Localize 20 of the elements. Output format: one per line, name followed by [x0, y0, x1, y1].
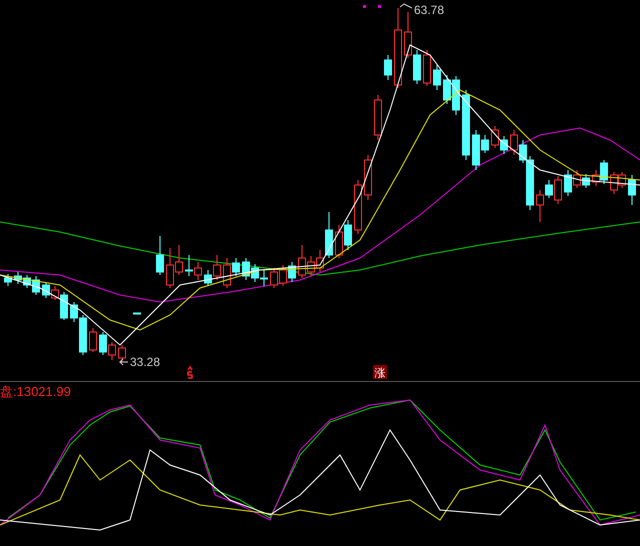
candlestick — [89, 328, 97, 352]
low-price-label: 33.28 — [130, 355, 160, 369]
candlestick — [423, 50, 431, 86]
dollar-sign-icon — [187, 366, 193, 379]
candlestick — [4, 274, 12, 286]
candlestick — [374, 94, 382, 140]
candlestick — [364, 154, 372, 200]
indicator-value-label: 盘:13021.99 — [0, 383, 71, 401]
candlestick — [354, 180, 362, 234]
candlestick — [462, 90, 470, 160]
high-price-label: 63.78 — [414, 3, 444, 17]
candlestick — [384, 54, 392, 80]
leader-line — [118, 358, 128, 366]
candlestick — [118, 344, 126, 362]
candlestick — [156, 236, 164, 276]
candlestick — [433, 64, 441, 90]
leader-line — [400, 3, 412, 8]
candlestick — [628, 174, 636, 206]
signal-badge: 涨 — [373, 365, 387, 380]
candlestick — [133, 312, 141, 314]
